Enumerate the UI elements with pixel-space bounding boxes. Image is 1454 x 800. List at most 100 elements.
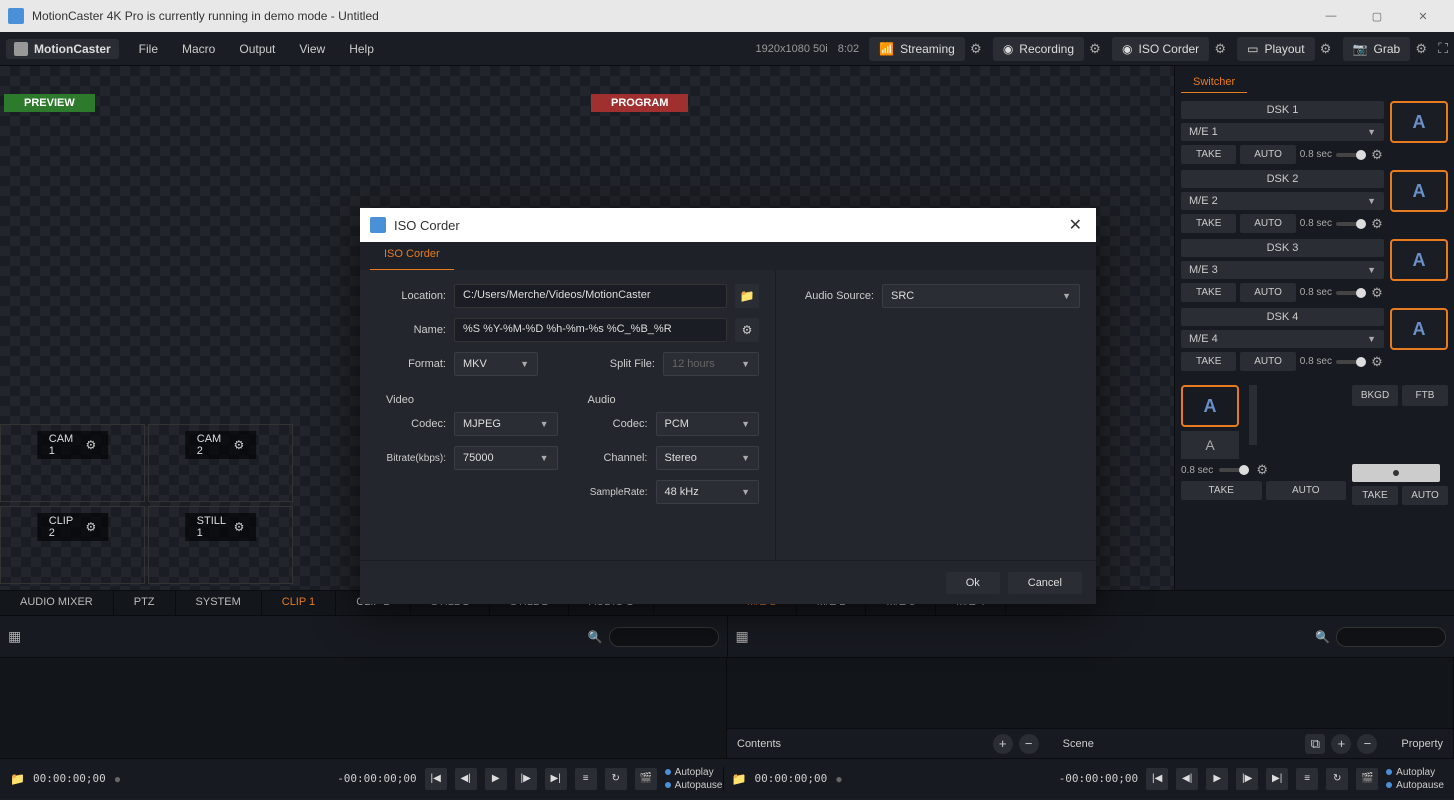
source-clip2[interactable]: CLIP 2⚙ <box>0 506 145 584</box>
dsk2-a-box[interactable]: A <box>1390 170 1448 212</box>
play-button[interactable]: ▶ <box>1206 768 1228 790</box>
gear-icon[interactable]: ⚙ <box>85 520 96 534</box>
play-button[interactable]: ▶ <box>485 768 507 790</box>
folder-icon[interactable]: 📁 <box>10 772 25 786</box>
grid-view-icon[interactable]: ▦ <box>736 628 749 645</box>
split-select[interactable]: 12 hours▼ <box>663 352 759 376</box>
playout-button[interactable]: ▭Playout <box>1237 37 1314 61</box>
streaming-settings-icon[interactable]: ⚙ <box>969 42 983 56</box>
ftb-button[interactable]: FTB <box>1402 385 1448 406</box>
autopause-toggle[interactable]: Autopause <box>1386 780 1444 791</box>
gear-icon[interactable]: ⚙ <box>1370 217 1384 231</box>
browse-folder-button[interactable]: 📁 <box>735 284 759 308</box>
gear-icon[interactable]: ⚙ <box>1370 355 1384 369</box>
loop-icon[interactable]: ↻ <box>605 768 627 790</box>
clapper-icon[interactable]: 🎬 <box>635 768 657 790</box>
list-icon[interactable]: ≡ <box>1296 768 1318 790</box>
bkgd-button[interactable]: BKGD <box>1352 385 1398 406</box>
tab-system[interactable]: SYSTEM <box>176 591 262 615</box>
tab-clip-1[interactable]: CLIP 1 <box>262 591 336 615</box>
ftb-take-button[interactable]: TAKE <box>1352 486 1398 505</box>
list-icon[interactable]: ≡ <box>575 768 597 790</box>
source-still1[interactable]: STILL 1⚙ <box>148 506 293 584</box>
dsk2-take-button[interactable]: TAKE <box>1181 214 1236 233</box>
bkgd-take-button[interactable]: TAKE <box>1181 481 1262 500</box>
dsk1-a-box[interactable]: A <box>1390 101 1448 143</box>
search-icon[interactable]: 🔍 <box>588 630 603 644</box>
name-settings-button[interactable]: ⚙ <box>735 318 759 342</box>
dsk1-me-select[interactable]: M/E 1▼ <box>1181 123 1384 141</box>
step-fwd-button[interactable]: |▶ <box>515 768 537 790</box>
add-scene-button[interactable]: + <box>1331 734 1351 754</box>
recording-button[interactable]: ◉Recording <box>993 37 1084 61</box>
t-bar[interactable] <box>1249 385 1257 445</box>
dsk4-slider[interactable] <box>1336 360 1366 364</box>
menu-output[interactable]: Output <box>229 38 285 60</box>
folder-icon[interactable]: 📁 <box>732 772 747 786</box>
recording-settings-icon[interactable]: ⚙ <box>1088 42 1102 56</box>
search-input-left[interactable] <box>609 627 719 647</box>
tab-audio-mixer[interactable]: AUDIO MIXER <box>0 591 114 615</box>
autopause-toggle[interactable]: Autopause <box>665 780 723 791</box>
grab-button[interactable]: 📷Grab <box>1343 37 1411 61</box>
loop-icon[interactable]: ↻ <box>1326 768 1348 790</box>
dialog-close-button[interactable]: ✕ <box>1065 211 1086 239</box>
dsk1-auto-button[interactable]: AUTO <box>1240 145 1295 164</box>
copy-scene-button[interactable]: ⧉ <box>1305 734 1325 754</box>
dsk3-take-button[interactable]: TAKE <box>1181 283 1236 302</box>
dsk1-slider[interactable] <box>1336 153 1366 157</box>
bkgd-auto-button[interactable]: AUTO <box>1266 481 1347 500</box>
dsk3-a-box[interactable]: A <box>1390 239 1448 281</box>
samplerate-select[interactable]: 48 kHz▼ <box>656 480 760 504</box>
source-cam2[interactable]: CAM 2⚙ <box>148 424 293 502</box>
dsk4-me-select[interactable]: M/E 4▼ <box>1181 330 1384 348</box>
cancel-button[interactable]: Cancel <box>1008 572 1082 594</box>
switcher-tab[interactable]: Switcher <box>1181 72 1247 93</box>
bkgd-slider[interactable] <box>1219 468 1249 472</box>
gear-icon[interactable]: ⚙ <box>85 438 96 452</box>
dsk4-auto-button[interactable]: AUTO <box>1240 352 1295 371</box>
menu-macro[interactable]: Macro <box>172 38 225 60</box>
audio-source-select[interactable]: SRC▼ <box>882 284 1080 308</box>
dsk2-auto-button[interactable]: AUTO <box>1240 214 1295 233</box>
dsk1-take-button[interactable]: TAKE <box>1181 145 1236 164</box>
gear-icon[interactable]: ⚙ <box>1255 463 1269 477</box>
gear-icon[interactable]: ⚙ <box>234 520 245 534</box>
tab-ptz[interactable]: PTZ <box>114 591 176 615</box>
remove-scene-button[interactable]: − <box>1357 734 1377 754</box>
search-input-right[interactable] <box>1336 627 1446 647</box>
skip-end-button[interactable]: ▶| <box>1266 768 1288 790</box>
streaming-button[interactable]: 📶Streaming <box>869 37 965 61</box>
dsk4-a-box[interactable]: A <box>1390 308 1448 350</box>
autoplay-toggle[interactable]: Autoplay <box>665 767 723 778</box>
channel-select[interactable]: Stereo▼ <box>656 446 760 470</box>
remove-content-button[interactable]: − <box>1019 734 1039 754</box>
ftb-auto-button[interactable]: AUTO <box>1402 486 1448 505</box>
skip-end-button[interactable]: ▶| <box>545 768 567 790</box>
video-codec-select[interactable]: MJPEG▼ <box>454 412 558 436</box>
bitrate-select[interactable]: 75000▼ <box>454 446 558 470</box>
dsk2-me-select[interactable]: M/E 2▼ <box>1181 192 1384 210</box>
dsk3-slider[interactable] <box>1336 291 1366 295</box>
audio-codec-select[interactable]: PCM▼ <box>656 412 760 436</box>
iso-corder-tab[interactable]: ISO Corder <box>370 242 454 270</box>
dsk4-take-button[interactable]: TAKE <box>1181 352 1236 371</box>
clapper-icon[interactable]: 🎬 <box>1356 768 1378 790</box>
skip-start-button[interactable]: |◀ <box>1146 768 1168 790</box>
skip-start-button[interactable]: |◀ <box>425 768 447 790</box>
dsk2-slider[interactable] <box>1336 222 1366 226</box>
menu-file[interactable]: File <box>129 38 168 60</box>
gear-icon[interactable]: ⚙ <box>233 438 244 452</box>
maximize-button[interactable]: ▢ <box>1354 0 1400 32</box>
search-icon[interactable]: 🔍 <box>1315 630 1330 644</box>
menu-view[interactable]: View <box>289 38 335 60</box>
grab-settings-icon[interactable]: ⚙ <box>1414 42 1428 56</box>
format-select[interactable]: MKV▼ <box>454 352 538 376</box>
dsk3-auto-button[interactable]: AUTO <box>1240 283 1295 302</box>
bkgd-a2-box[interactable]: A <box>1181 431 1239 459</box>
expand-icon[interactable]: ⛶ <box>1438 40 1448 57</box>
add-content-button[interactable]: + <box>993 734 1013 754</box>
step-back-button[interactable]: ◀| <box>1176 768 1198 790</box>
playout-settings-icon[interactable]: ⚙ <box>1319 42 1333 56</box>
bkgd-a-box[interactable]: A <box>1181 385 1239 427</box>
